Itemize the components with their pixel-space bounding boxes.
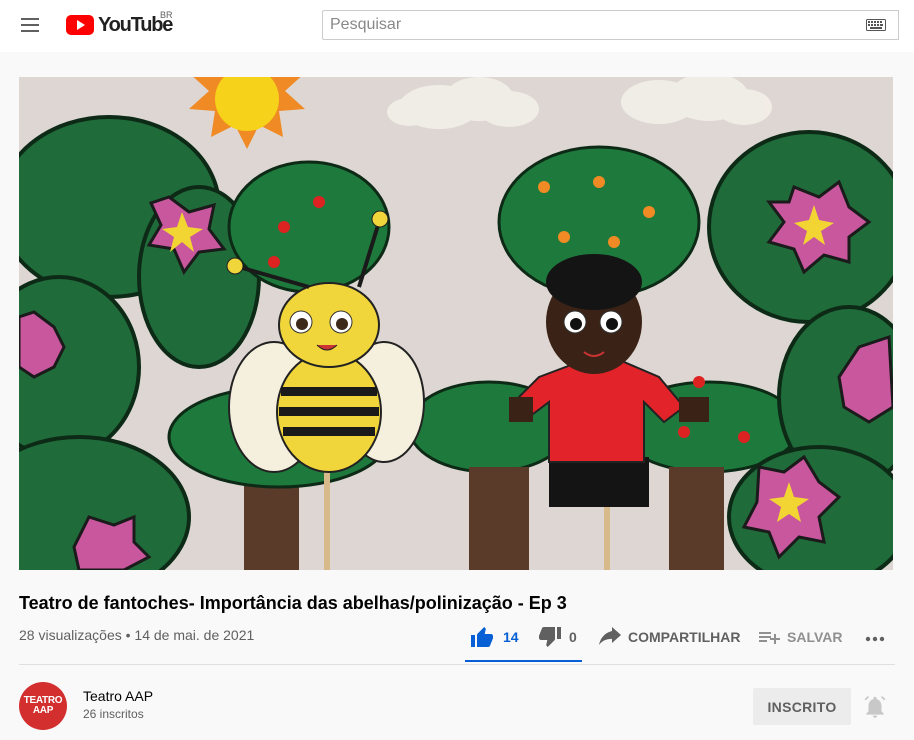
thumbs-down-icon (539, 627, 561, 647)
subscriber-count: 26 inscritos (83, 707, 144, 721)
save-label: SALVAR (787, 629, 843, 645)
bell-icon[interactable] (862, 694, 888, 720)
share-icon (599, 627, 621, 645)
share-button[interactable]: COMPARTILHAR (598, 626, 741, 648)
search-box (322, 10, 899, 40)
channel-avatar[interactable]: TEATRO AAP (19, 682, 67, 730)
video-player[interactable] (19, 77, 893, 570)
video-frame (19, 77, 893, 570)
subscribe-button[interactable]: INSCRITO (753, 688, 851, 725)
logo-country-code: BR (160, 10, 173, 20)
like-count: 14 (503, 629, 519, 645)
publish-date: 14 de mai. de 2021 (134, 627, 255, 643)
more-actions-button[interactable] (864, 630, 886, 646)
view-count: 28 visualizações (19, 627, 122, 643)
more-icon (865, 636, 885, 642)
channel-name[interactable]: Teatro AAP (83, 688, 153, 704)
video-meta: 28 visualizações • 14 de mai. de 2021 (19, 627, 254, 643)
video-title: Teatro de fantoches- Importância das abe… (19, 593, 567, 613)
menu-icon[interactable] (20, 16, 42, 34)
share-label: COMPARTILHAR (628, 629, 741, 645)
dislike-button[interactable]: 0 (538, 626, 577, 648)
youtube-logo[interactable]: YouTube BR (66, 10, 173, 37)
meta-separator: • (125, 627, 131, 643)
keyboard-icon[interactable] (866, 19, 886, 31)
like-ratio-fill (465, 660, 582, 662)
avatar-text-line2: AAP (32, 705, 54, 716)
divider (19, 664, 895, 665)
like-button[interactable]: 14 (470, 626, 519, 648)
like-dislike-ratio-bar (465, 660, 582, 662)
playlist-add-icon (759, 632, 780, 644)
thumbs-up-icon (471, 627, 493, 647)
search-input[interactable] (323, 11, 843, 39)
masthead: YouTube BR (0, 0, 914, 52)
save-button[interactable]: SALVAR (758, 626, 842, 648)
dislike-count: 0 (569, 629, 577, 645)
youtube-logo-icon (66, 15, 94, 35)
